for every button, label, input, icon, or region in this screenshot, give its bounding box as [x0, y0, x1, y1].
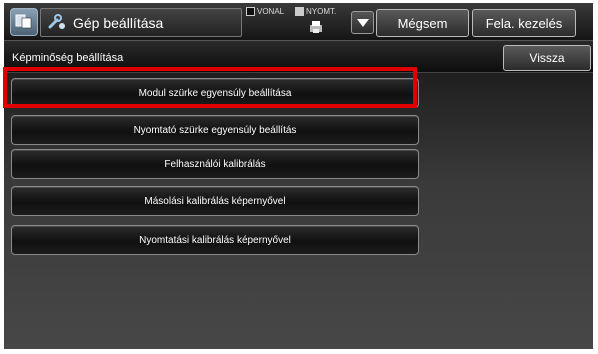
- menu-item-user-calibration[interactable]: Felhasználói kalibrálás: [11, 149, 419, 179]
- menu-item-print-calibration[interactable]: Nyomtatási kalibrálás képernyővel: [11, 225, 419, 255]
- checkbox-filled-icon: [295, 7, 304, 17]
- home-icon[interactable]: [10, 8, 38, 36]
- line-indicator-label: VONAL: [257, 7, 285, 16]
- print-indicator-label: NYOMT.: [306, 7, 337, 16]
- dropdown-button[interactable]: [351, 11, 374, 34]
- print-indicator: NYOMT.: [295, 7, 337, 17]
- cancel-button[interactable]: Mégsem: [376, 9, 469, 37]
- checkbox-icon: [246, 7, 255, 17]
- screen-title-box: Gép beállítása: [40, 8, 242, 37]
- upper-management-button[interactable]: Fela. kezelés: [472, 9, 576, 37]
- menu-item-copy-calibration[interactable]: Másolási kalibrálás képernyővel: [11, 186, 419, 216]
- printer-icon: [308, 20, 324, 36]
- line-indicator: VONAL: [246, 7, 285, 17]
- screen-title: Gép beállítása: [73, 15, 164, 31]
- top-bar: Gép beállítása VONAL NYOMT. Mégsem Fela.…: [4, 3, 593, 41]
- back-button[interactable]: Vissza: [503, 45, 591, 71]
- menu-item-module-gray-balance[interactable]: Modul szürke egyensúly beállítása: [11, 78, 419, 108]
- wrench-icon: [47, 13, 67, 36]
- mode-indicators: VONAL NYOMT.: [246, 7, 346, 37]
- section-title: Képminőség beállítása: [12, 52, 124, 64]
- menu-item-printer-gray-balance[interactable]: Nyomtató szürke egyensúly beállítás: [11, 115, 419, 145]
